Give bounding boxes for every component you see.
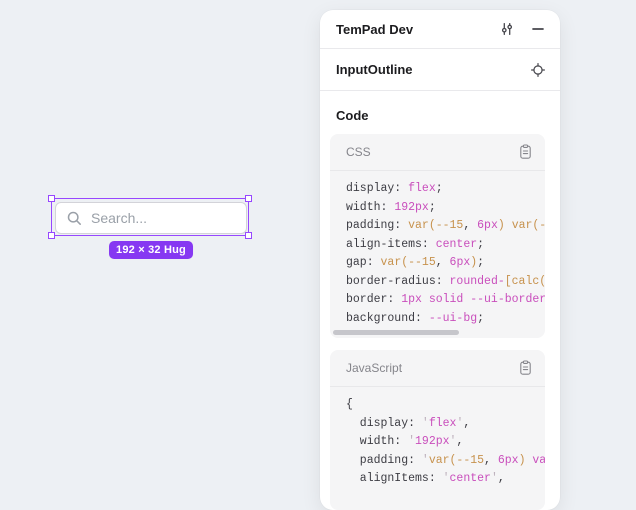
css-label: CSS bbox=[346, 145, 371, 159]
code-section-label: Code bbox=[336, 108, 544, 123]
scrollbar-thumb[interactable] bbox=[333, 330, 459, 335]
code-line: align-items: center; bbox=[346, 236, 545, 255]
css-code-block: CSS display: flex;width: 192px;padding: … bbox=[330, 134, 545, 338]
js-code: { display: 'flex', width: '192px', paddi… bbox=[330, 387, 545, 499]
code-line: alignItems: 'center', bbox=[346, 470, 545, 489]
selection-overlay: Search... bbox=[51, 198, 249, 236]
css-code: display: flex;width: 192px;padding: var(… bbox=[330, 171, 545, 338]
selection-handle-top-left[interactable] bbox=[48, 195, 55, 202]
js-label: JavaScript bbox=[346, 361, 402, 375]
code-line: background: --ui-bg; bbox=[346, 310, 545, 329]
js-code-block: JavaScript { display: 'flex', width: '19… bbox=[330, 350, 545, 510]
code-line: display: 'flex', bbox=[346, 415, 545, 434]
search-placeholder: Search... bbox=[91, 210, 147, 226]
panel-header: TemPad Dev bbox=[320, 10, 560, 49]
code-line: { bbox=[346, 396, 545, 415]
selection-handle-bottom-left[interactable] bbox=[48, 232, 55, 239]
code-line: border: 1px solid --ui-border- bbox=[346, 291, 545, 310]
code-line: width: 192px; bbox=[346, 199, 545, 218]
search-input[interactable]: Search... bbox=[55, 202, 247, 234]
magnifier-icon bbox=[66, 210, 83, 227]
selection-handle-top-right[interactable] bbox=[245, 195, 252, 202]
code-line: padding: 'var(--15, 6px) va bbox=[346, 452, 545, 471]
tempad-dev-panel: TemPad Dev InputOutline bbox=[320, 10, 560, 510]
code-line: display: flex; bbox=[346, 180, 545, 199]
code-line: border-radius: rounded-[calc(v bbox=[346, 273, 545, 292]
crosshair-icon[interactable] bbox=[530, 62, 546, 78]
dimension-badge: 192 × 32 Hug bbox=[109, 241, 193, 259]
component-row: InputOutline bbox=[320, 49, 560, 91]
code-line: width: '192px', bbox=[346, 433, 545, 452]
horizontal-scrollbar[interactable] bbox=[330, 329, 545, 338]
sliders-icon[interactable] bbox=[499, 21, 515, 37]
clipboard-icon[interactable] bbox=[518, 144, 533, 160]
js-code-header: JavaScript bbox=[330, 350, 545, 387]
panel-title: TemPad Dev bbox=[336, 22, 499, 37]
minimize-icon[interactable] bbox=[530, 21, 546, 37]
css-code-header: CSS bbox=[330, 134, 545, 171]
clipboard-icon[interactable] bbox=[518, 360, 533, 376]
selection-handle-bottom-right[interactable] bbox=[245, 232, 252, 239]
code-line: gap: var(--15, 6px); bbox=[346, 254, 545, 273]
code-line: padding: var(--15, 6px) var(-- bbox=[346, 217, 545, 236]
component-name: InputOutline bbox=[336, 62, 530, 77]
